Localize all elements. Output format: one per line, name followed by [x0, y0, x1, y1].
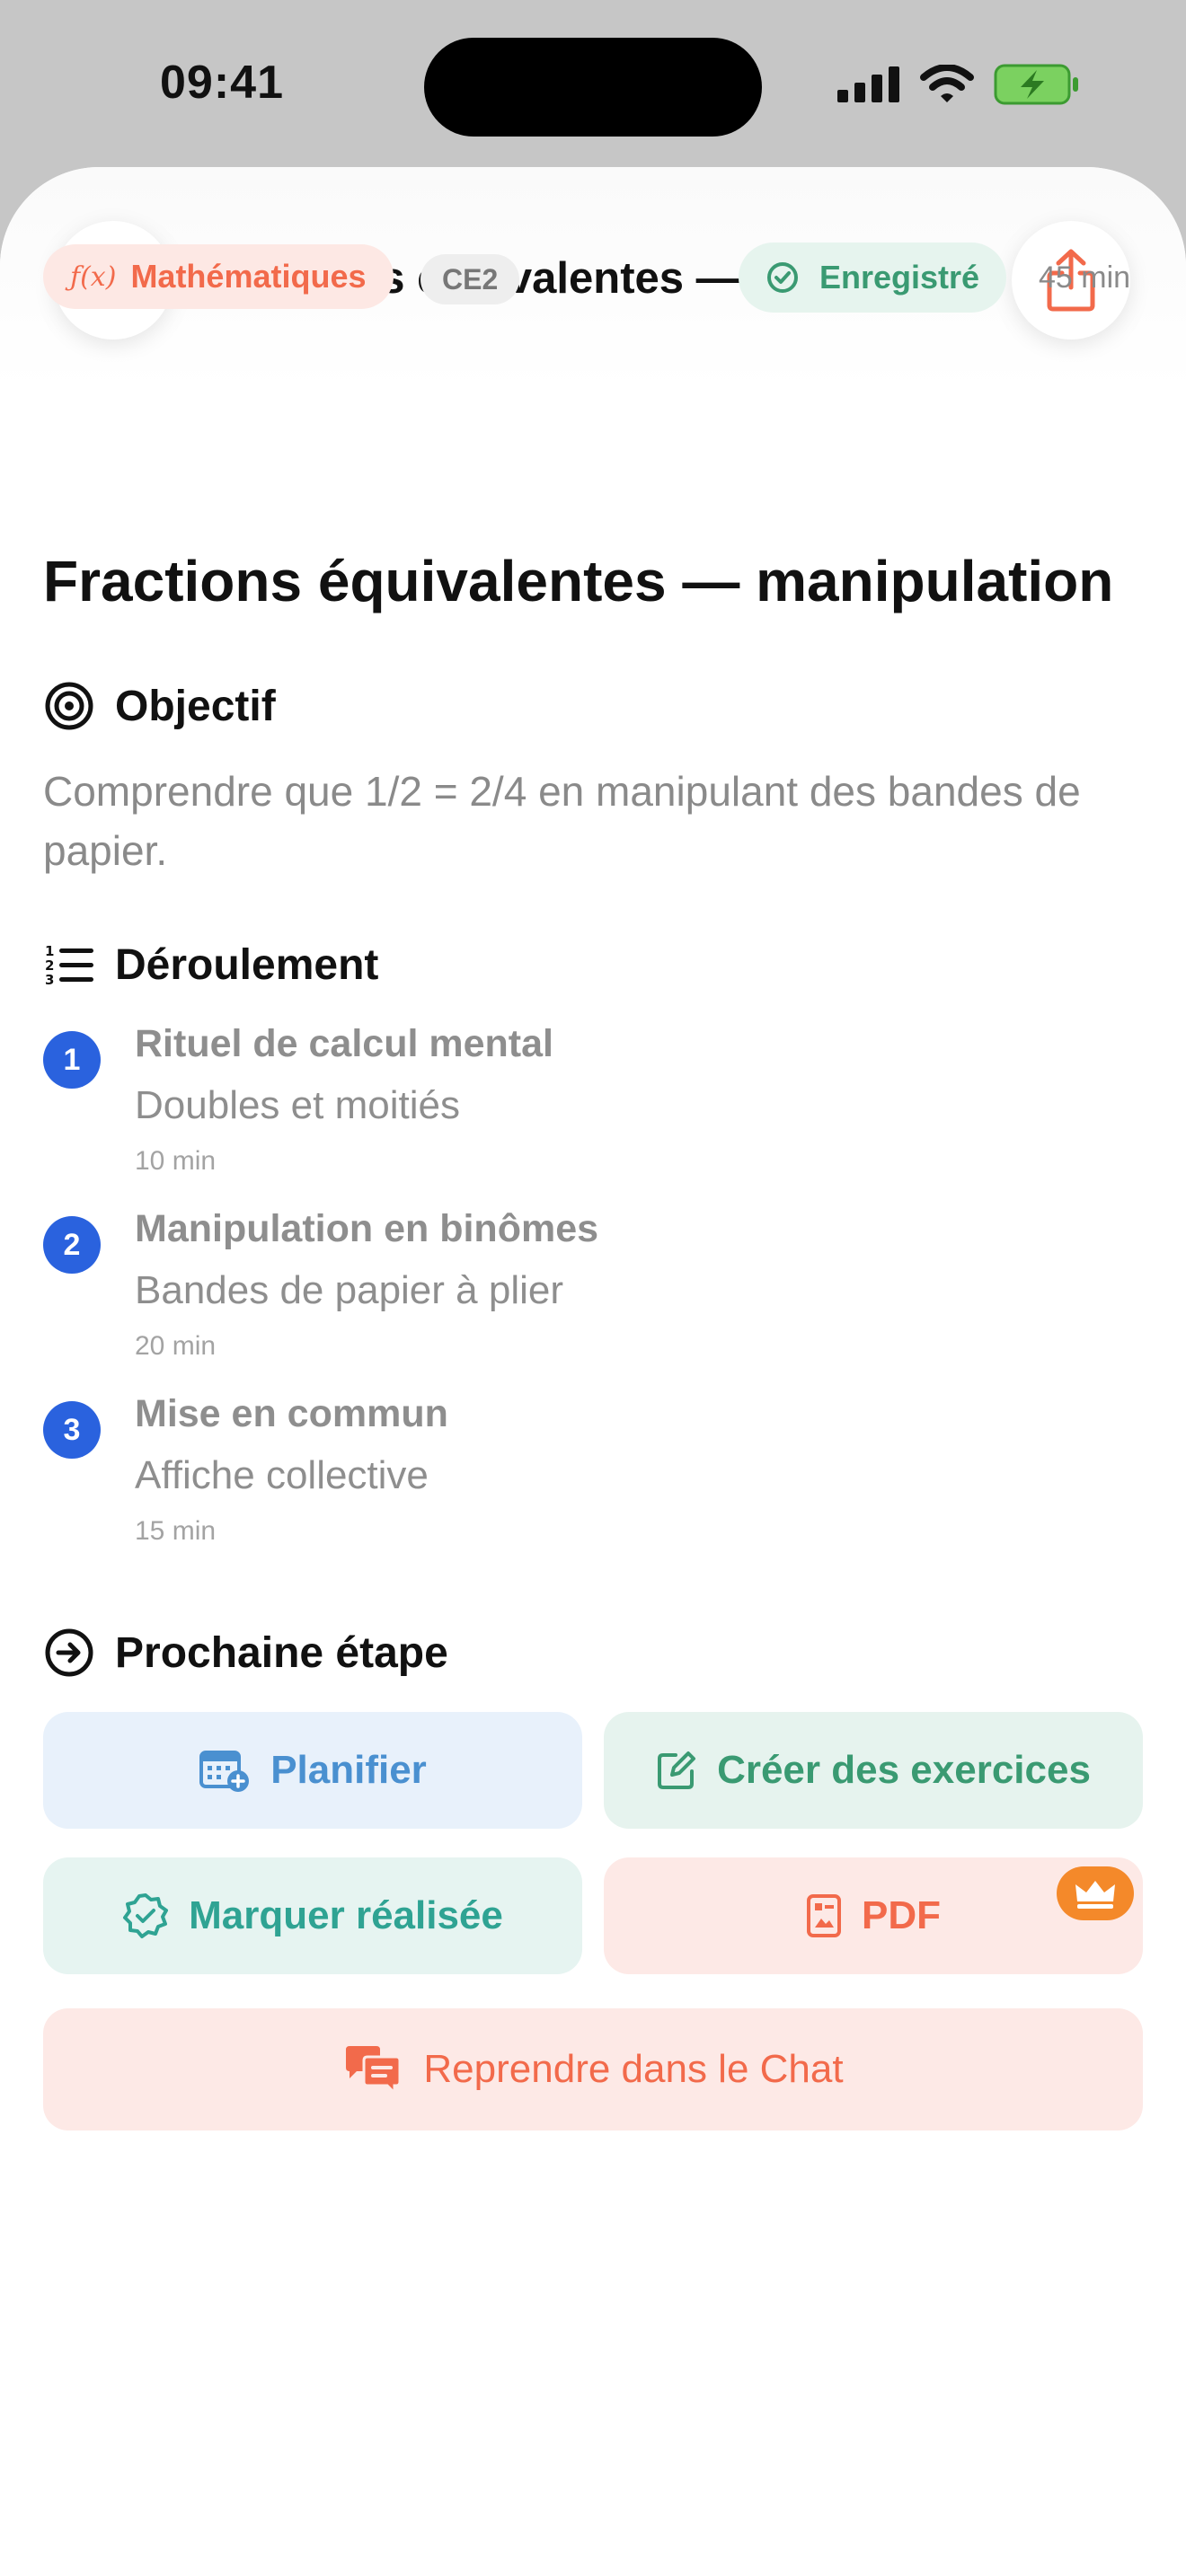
- fx-icon: ƒ(x): [70, 260, 117, 293]
- pdf-button[interactable]: PDF: [604, 1857, 1143, 1974]
- dynamic-island: [424, 38, 762, 137]
- step-number-badge: 2: [43, 1216, 101, 1274]
- step-description: Doubles et moitiés: [135, 1083, 460, 1127]
- crown-icon: [1075, 1881, 1115, 1909]
- next-step-heading: Prochaine étape: [43, 1627, 448, 1679]
- step-number-badge: 3: [43, 1401, 101, 1459]
- svg-text:3: 3: [45, 972, 54, 987]
- calendar-add-icon: [199, 1751, 250, 1792]
- status-bar: 09:41: [0, 0, 1186, 171]
- numbered-list-icon: 1 2 3: [43, 939, 95, 991]
- resume-in-chat-button[interactable]: Reprendre dans le Chat: [43, 2008, 1143, 2130]
- next-step-heading-label: Prochaine étape: [115, 1628, 448, 1677]
- step-description: Bandes de papier à plier: [135, 1268, 563, 1312]
- plan-button-label: Planifier: [270, 1748, 427, 1792]
- pdf-button-label: PDF: [862, 1893, 941, 1937]
- status-time: 09:41: [160, 57, 284, 109]
- signal-icon: [837, 66, 899, 102]
- lesson-sheet: Fractions équivalentes — manipulation: [0, 167, 1186, 2576]
- premium-crown-badge: [1057, 1866, 1134, 1920]
- wifi-icon: [920, 65, 974, 102]
- arrow-right-circle-icon: [43, 1627, 95, 1679]
- step-duration: 20 min: [135, 1331, 217, 1361]
- step-title: Mise en commun: [135, 1392, 448, 1435]
- saved-label: Enregistré: [819, 259, 980, 296]
- lesson-duration: 45 min: [1039, 260, 1131, 295]
- subject-chip: ƒ(x) Mathématiques: [43, 244, 394, 309]
- create-exercises-label: Créer des exercices: [717, 1748, 1091, 1792]
- step-duration: 15 min: [135, 1516, 217, 1546]
- pdf-file-icon: [807, 1894, 841, 1937]
- verified-badge-icon: [123, 1893, 169, 1938]
- steps-heading-label: Déroulement: [115, 940, 379, 989]
- step-title: Manipulation en binômes: [135, 1207, 599, 1250]
- step-description: Affiche collective: [135, 1453, 429, 1497]
- objective-heading: Objectif: [43, 680, 276, 732]
- level-chip: CE2: [420, 254, 520, 304]
- subject-label: Mathématiques: [130, 258, 367, 295]
- step-number-badge: 1: [43, 1031, 101, 1089]
- page-title: Fractions équivalentes — manipulation: [43, 549, 1114, 613]
- steps-heading: 1 2 3 Déroulement: [43, 939, 378, 991]
- mark-done-label: Marquer réalisée: [189, 1893, 503, 1937]
- chat-bubbles-icon: [346, 2046, 402, 2095]
- step-title: Rituel de calcul mental: [135, 1022, 553, 1065]
- objective-heading-label: Objectif: [115, 682, 276, 730]
- resume-in-chat-label: Reprendre dans le Chat: [423, 2047, 844, 2091]
- target-icon: [43, 680, 95, 732]
- create-exercises-button[interactable]: Créer des exercices: [604, 1712, 1143, 1829]
- saved-status-badge: Enregistré: [739, 243, 1007, 313]
- objective-text: Comprendre que 1/2 = 2/4 en manipulant d…: [43, 768, 1081, 874]
- status-icons: [837, 63, 1080, 106]
- battery-icon: [994, 64, 1078, 105]
- plan-button[interactable]: Planifier: [43, 1712, 582, 1829]
- check-circle-icon: [767, 262, 798, 293]
- step-duration: 10 min: [135, 1146, 217, 1176]
- mark-done-button[interactable]: Marquer réalisée: [43, 1857, 582, 1974]
- edit-icon: [658, 1751, 696, 1789]
